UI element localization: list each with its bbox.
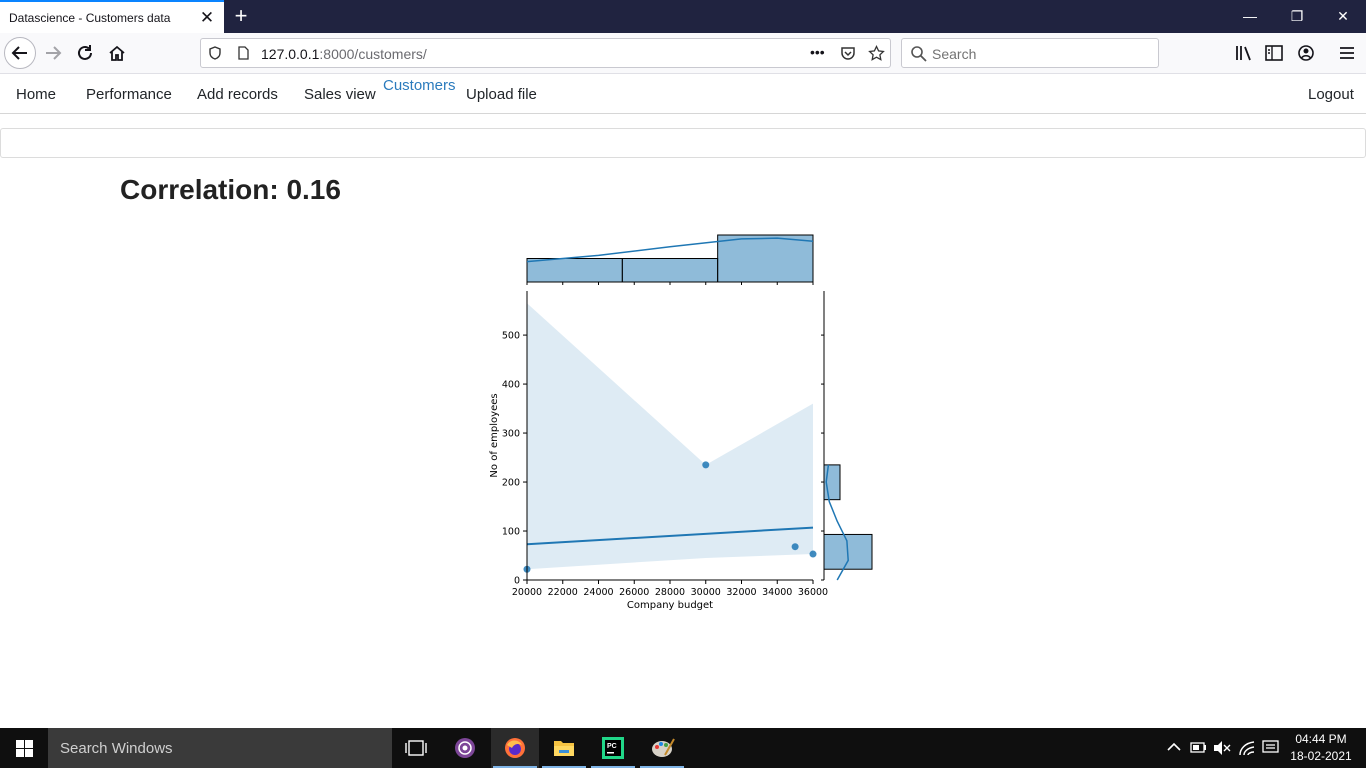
top-histogram-bar-3: [717, 234, 814, 283]
folder-icon: [554, 741, 574, 756]
battery-icon[interactable]: [1190, 740, 1208, 754]
sidebar-icon[interactable]: [1263, 42, 1285, 64]
y-tick-label: 100: [502, 527, 520, 538]
nav-link-upload-file[interactable]: Upload file: [466, 86, 537, 103]
content-input-strip[interactable]: [0, 128, 1366, 158]
shield-icon[interactable]: [207, 45, 223, 61]
page-icon: [238, 46, 249, 60]
y-tick-label: 0: [514, 576, 520, 587]
windows-taskbar: Search Windows PC 04:44 PM 18-02-2021: [0, 728, 1366, 768]
taskbar-app-paint[interactable]: [638, 728, 686, 768]
search-input[interactable]: Search: [901, 38, 1159, 68]
data-point-3: [791, 543, 799, 551]
data-point-4: [809, 550, 817, 558]
bookmark-star-icon[interactable]: [868, 45, 885, 62]
y-tick-label: 200: [502, 478, 520, 489]
address-bar[interactable]: 127.0.0.1:8000/customers/ •••: [200, 38, 891, 68]
y-tick-label: 400: [502, 380, 520, 391]
pycharm-icon: PC: [602, 737, 624, 759]
search-icon: [911, 46, 927, 62]
taskbar-clock[interactable]: 04:44 PM 18-02-2021: [1286, 731, 1356, 765]
account-icon[interactable]: [1295, 42, 1317, 64]
x-tick-label: 34000: [762, 587, 792, 598]
browser-toolbar: 127.0.0.1:8000/customers/ ••• Search: [0, 33, 1366, 74]
task-view-icon: [405, 740, 427, 756]
reload-icon[interactable]: [74, 42, 96, 64]
url-path: :8000/customers/: [319, 46, 427, 62]
x-tick-label: 36000: [798, 587, 828, 598]
x-tick-label: 32000: [726, 587, 756, 598]
x-tick-label: 28000: [655, 587, 685, 598]
close-window-button[interactable]: ✕: [1333, 6, 1353, 26]
task-view-button[interactable]: [392, 728, 440, 768]
taskbar-search-box[interactable]: Search Windows: [48, 728, 392, 768]
top-histogram-bar-1: [526, 258, 623, 283]
browser-tab-active[interactable]: Datascience - Customers data ✕: [0, 0, 224, 33]
x-tick-label: 26000: [619, 587, 649, 598]
home-icon[interactable]: [106, 42, 128, 64]
input-indicator-icon[interactable]: [1262, 740, 1279, 756]
browser-titlebar: Datascience - Customers data ✕ + — ❐ ✕: [0, 0, 1366, 33]
top-histogram-bar-2: [621, 258, 719, 283]
y-tick-label: 300: [502, 429, 520, 440]
x-tick-label: 24000: [583, 587, 613, 598]
menu-icon[interactable]: [1336, 42, 1358, 64]
firefox-icon: [505, 738, 525, 758]
nav-link-home[interactable]: Home: [16, 86, 56, 103]
svg-text:PC: PC: [607, 743, 617, 750]
x-tick-label: 20000: [512, 587, 542, 598]
wifi-icon[interactable]: [1238, 740, 1256, 756]
data-point-2: [702, 461, 710, 469]
taskbar-app-firefox[interactable]: [491, 728, 539, 768]
taskbar-app-pycharm[interactable]: PC: [589, 728, 637, 768]
nav-link-customers[interactable]: Customers: [383, 77, 456, 94]
x-tick-label: 30000: [691, 587, 721, 598]
nav-link-performance[interactable]: Performance: [86, 86, 172, 103]
new-tab-button[interactable]: +: [231, 4, 251, 28]
y-axis-label: No of employees: [489, 393, 500, 477]
taskbar-app-file-explorer[interactable]: [540, 728, 588, 768]
library-icon[interactable]: [1233, 42, 1255, 64]
clock-date: 18-02-2021: [1290, 749, 1352, 763]
restore-window-button[interactable]: ❐: [1287, 6, 1307, 26]
minimize-window-button[interactable]: —: [1240, 6, 1260, 26]
jointplot-chart: 20000 22000 24000 26000 28000 30000 32000 34000…: [489, 234, 873, 611]
taskbar-app-tor[interactable]: [441, 728, 489, 768]
pocket-icon[interactable]: [840, 45, 856, 61]
clock-time: 04:44 PM: [1295, 732, 1347, 746]
taskbar-search-text: Search Windows: [60, 740, 173, 757]
windows-start-icon[interactable]: [16, 740, 33, 757]
x-axis-label: Company budget: [627, 600, 713, 611]
back-arrow-icon: [11, 46, 27, 60]
x-tick-label: 22000: [548, 587, 578, 598]
site-navbar: Home Performance Add records Sales view …: [0, 74, 1366, 114]
tab-title: Datascience - Customers data: [9, 11, 171, 25]
back-button[interactable]: [4, 37, 36, 69]
correlation-heading: Correlation: 0.16: [120, 174, 341, 205]
nav-link-logout[interactable]: Logout: [1308, 86, 1354, 103]
y-tick-label: 500: [502, 331, 520, 342]
show-hidden-icons-chevron-icon[interactable]: [1167, 742, 1181, 752]
tor-browser-icon: [455, 738, 475, 758]
paint-palette-icon: [652, 738, 675, 757]
nav-link-sales-view[interactable]: Sales view: [304, 86, 376, 103]
forward-arrow-icon[interactable]: [42, 42, 64, 64]
nav-link-add-records[interactable]: Add records: [197, 86, 278, 103]
url-host: 127.0.0.1: [261, 46, 320, 62]
search-placeholder: Search: [932, 46, 977, 62]
url-text: 127.0.0.1:8000/customers/: [261, 46, 427, 62]
page-actions-icon[interactable]: •••: [810, 44, 825, 60]
close-tab-icon[interactable]: ✕: [199, 9, 215, 26]
volume-muted-icon[interactable]: [1213, 740, 1231, 756]
